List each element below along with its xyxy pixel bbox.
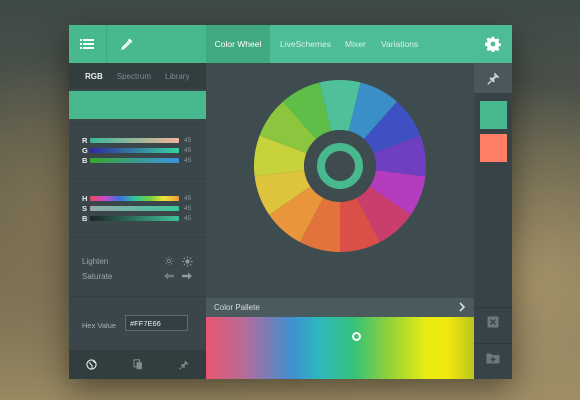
- saturate-row: Saturate: [82, 270, 193, 282]
- slider-g-label: G: [82, 146, 88, 155]
- slider-s-track[interactable]: [90, 206, 179, 211]
- menu-button[interactable]: [69, 25, 105, 63]
- slider-b-value: 45: [184, 157, 192, 164]
- copy-icon: [133, 359, 142, 370]
- slider-s-value: 45: [184, 205, 192, 212]
- slider-h-label: H: [82, 194, 88, 203]
- slider-b-track[interactable]: [90, 158, 179, 163]
- eyedropper-icon: [121, 38, 133, 51]
- subtab-library[interactable]: Library: [158, 72, 196, 81]
- slider-h[interactable]: H 45: [82, 194, 196, 203]
- slider-b[interactable]: B 45: [82, 156, 196, 165]
- slider-g[interactable]: G 45: [82, 146, 196, 155]
- palette-header[interactable]: Color Pallete: [206, 298, 474, 317]
- tab-color-wheel[interactable]: Color Wheel: [206, 25, 270, 63]
- settings-button[interactable]: [474, 25, 512, 63]
- saved-swatch-green[interactable]: [480, 101, 507, 129]
- slider-s[interactable]: S 45: [82, 204, 196, 213]
- main-panel: Color Wheel LiveSchemes Mixer Variations…: [206, 25, 474, 379]
- color-wheel[interactable]: [206, 63, 474, 298]
- section-divider: [69, 178, 206, 179]
- copy-button[interactable]: [115, 350, 160, 379]
- subtab-spectrum[interactable]: Spectrum: [110, 72, 158, 81]
- slider-b-label: B: [82, 156, 88, 165]
- globe-button[interactable]: [69, 350, 114, 379]
- pin-panel-button[interactable]: [474, 63, 512, 93]
- hex-label: Hex Value: [82, 321, 117, 330]
- toolbar-divider: [106, 25, 107, 63]
- slider-g-value: 45: [184, 147, 192, 154]
- spectrum-marker[interactable]: [352, 332, 362, 341]
- subtab-rgb[interactable]: RGB: [69, 72, 110, 81]
- pin-icon: [178, 360, 188, 370]
- slider-r[interactable]: R 45: [82, 136, 196, 145]
- close-icon: [487, 316, 499, 328]
- left-bottom-bar: [69, 350, 206, 379]
- slider-bright[interactable]: B 45: [82, 214, 196, 223]
- arrow-right-icon[interactable]: [181, 270, 193, 282]
- color-mode-tabs: RGB Spectrum Library: [69, 63, 206, 89]
- lighten-row: Lighten: [82, 255, 193, 267]
- globe-icon: [86, 359, 97, 370]
- left-toolbar: [69, 25, 206, 63]
- slider-s-label: S: [82, 204, 88, 213]
- saturate-label: Saturate: [82, 271, 113, 281]
- section-divider: [69, 296, 206, 297]
- section-divider: [69, 123, 206, 124]
- sun-dim-icon[interactable]: [163, 255, 175, 267]
- chevron-right-icon[interactable]: [456, 301, 468, 313]
- color-wheel-area: [206, 63, 474, 298]
- slider-r-track[interactable]: [90, 138, 179, 143]
- pin-button[interactable]: [161, 350, 206, 379]
- right-panel: [474, 25, 512, 379]
- slider-bright-label: B: [82, 214, 88, 223]
- arrow-left-icon[interactable]: [163, 270, 175, 282]
- slider-r-value: 45: [184, 137, 192, 144]
- lighten-label: Lighten: [82, 256, 109, 266]
- gear-icon: [485, 36, 501, 52]
- add-folder-icon: [486, 353, 500, 364]
- slider-g-track[interactable]: [90, 148, 179, 153]
- main-tabbar: Color Wheel LiveSchemes Mixer Variations: [206, 25, 474, 63]
- color-spectrum[interactable]: [206, 317, 474, 379]
- tab-mixer[interactable]: Mixer: [345, 25, 366, 63]
- add-swatch-button[interactable]: [474, 343, 512, 372]
- slider-r-label: R: [82, 136, 88, 145]
- palette-title: Color Pallete: [214, 303, 260, 312]
- remove-swatch-button[interactable]: [474, 307, 512, 336]
- slider-bright-value: 45: [184, 215, 192, 222]
- wheel-center: [304, 130, 376, 202]
- menu-icon: [80, 39, 94, 49]
- left-panel: RGB Spectrum Library R 45 G 45 B 45 H 45: [69, 25, 206, 379]
- tab-liveschemes[interactable]: LiveSchemes: [280, 25, 331, 63]
- slider-h-value: 45: [184, 195, 192, 202]
- section-divider: [69, 237, 206, 238]
- eyedropper-button[interactable]: [109, 25, 145, 63]
- color-app-window: RGB Spectrum Library R 45 G 45 B 45 H 45: [69, 25, 512, 379]
- sun-bright-icon[interactable]: [181, 255, 193, 267]
- hex-input[interactable]: [125, 315, 188, 331]
- slider-bright-track[interactable]: [90, 216, 179, 221]
- slider-h-track[interactable]: [90, 196, 179, 201]
- current-color-swatch: [69, 91, 206, 119]
- saved-swatch-coral[interactable]: [480, 134, 507, 162]
- tab-variations[interactable]: Variations: [381, 25, 418, 63]
- pin-icon: [486, 72, 499, 85]
